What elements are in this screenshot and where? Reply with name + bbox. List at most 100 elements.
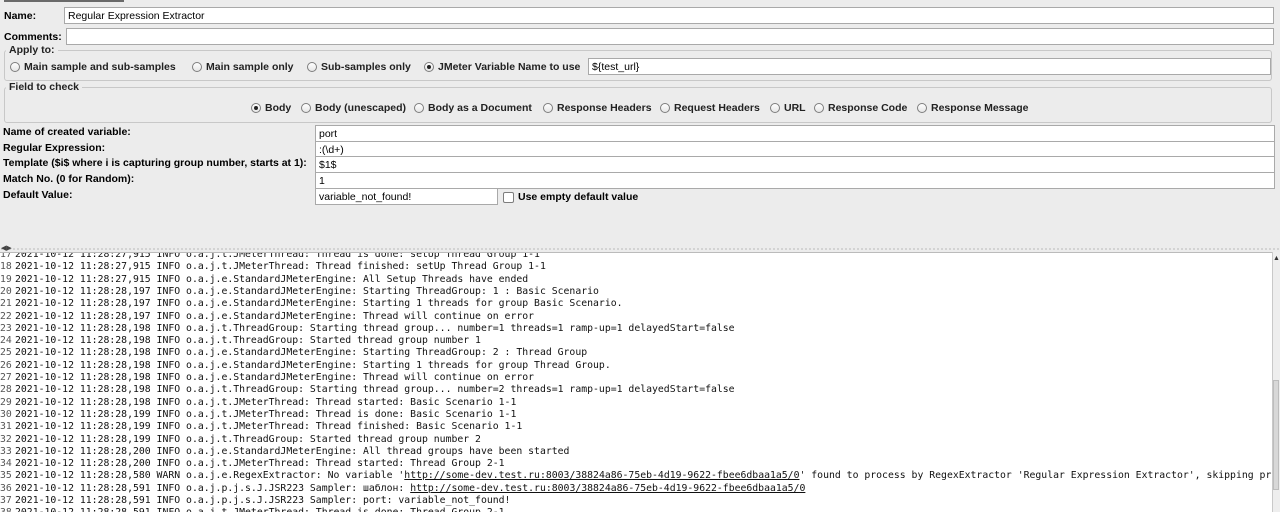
radio-button-icon: [414, 103, 424, 113]
log-line-number: 33: [0, 445, 12, 457]
template-field[interactable]: $1$: [315, 156, 1275, 173]
log-line-text: 2021-10-12 11:28:28,591 INFO o.a.j.t.JMe…: [15, 507, 505, 512]
log-line-number: 38: [0, 507, 13, 512]
log-line: 21 2021-10-12 11:28:28,197 INFO o.a.j.e.S…: [0, 298, 623, 310]
log-panel[interactable]: 17 2021-10-12 11:28:27,915 INFO o.a.j.t.J…: [0, 252, 1272, 512]
radio-main-sample-only[interactable]: Main sample only: [192, 61, 294, 73]
scrollbar-thumb[interactable]: [1273, 380, 1279, 490]
checkbox-label: Use empty default value: [518, 191, 639, 203]
log-line: 32 2021-10-12 11:28:28,199 INFO o.a.j.t.T…: [0, 434, 481, 446]
log-line-number: 22: [0, 310, 12, 322]
log-line: 28 2021-10-12 11:28:28,198 INFO o.a.j.t.T…: [0, 384, 735, 396]
log-line: 26 2021-10-12 11:28:28,198 INFO o.a.j.e.S…: [0, 360, 611, 372]
log-line-number: 25: [0, 347, 12, 359]
radio-request-headers[interactable]: Request Headers: [660, 102, 760, 114]
radio-button-icon: [660, 103, 670, 113]
radio-label: Body (unescaped): [315, 102, 407, 114]
log-line: 36 2021-10-12 11:28:28,591 INFO o.a.j.p.j…: [0, 483, 805, 495]
radio-label: Body as a Document: [428, 102, 532, 114]
radio-response-message[interactable]: Response Message: [917, 102, 1028, 114]
log-line-text: 2021-10-12 11:28:28,199 INFO o.a.j.t.JMe…: [15, 408, 517, 420]
log-line-text: 2021-10-12 11:28:28,200 INFO o.a.j.t.JMe…: [15, 458, 505, 470]
checkbox-icon: [503, 191, 514, 203]
log-line-number: 27: [0, 372, 12, 383]
log-line-number: 34: [0, 458, 12, 470]
log-line-number: 35: [0, 470, 12, 482]
log-line: 24 2021-10-12 11:28:28,198 INFO o.a.j.t.T…: [0, 335, 481, 347]
log-line-text: 2021-10-12 11:28:28,200 INFO o.a.j.e.Sta…: [15, 445, 570, 457]
apply-to-title: Apply to:: [6, 44, 58, 56]
log-line-number: 21: [0, 298, 12, 310]
radio-body[interactable]: Body: [251, 102, 291, 114]
radio-button-icon: [192, 62, 202, 72]
log-line-number: 30: [0, 408, 12, 420]
radio-sub-samples-only[interactable]: Sub-samples only: [307, 61, 411, 73]
log-line: 20 2021-10-12 11:28:28,197 INFO o.a.j.e.S…: [0, 286, 599, 298]
radio-button-icon: [10, 62, 20, 72]
log-line: 30 2021-10-12 11:28:28,199 INFO o.a.j.t.J…: [0, 409, 516, 421]
log-line-number: 17: [0, 252, 12, 260]
comments-field[interactable]: [66, 28, 1274, 45]
jmeter-variable-field[interactable]: ${test_url}: [588, 58, 1271, 75]
log-line: 37 2021-10-12 11:28:28,591 INFO o.a.j.p.j…: [0, 495, 510, 507]
radio-button-icon: [917, 103, 927, 113]
log-line-number: 26: [0, 359, 12, 371]
log-url-link[interactable]: http://some-dev.test.ru:8003/38824a86-75…: [404, 470, 799, 481]
radio-button-selected-icon: [251, 103, 261, 113]
log-url-link[interactable]: http://some-dev.test.ru:8003/38824a86-75…: [410, 483, 805, 494]
radio-url[interactable]: URL: [770, 102, 806, 114]
radio-button-icon: [543, 103, 553, 113]
radio-label: Response Code: [828, 102, 908, 114]
log-line: 34 2021-10-12 11:28:28,200 INFO o.a.j.t.J…: [0, 458, 505, 470]
default-value-field[interactable]: variable_not_found!: [315, 188, 498, 205]
radio-button-icon: [770, 103, 780, 113]
log-line: 35 2021-10-12 11:28:28,580 WARN o.a.j.e.R…: [0, 470, 1272, 482]
log-line: 382021-10-12 11:28:28,591 INFO o.a.j.t.J…: [0, 507, 505, 512]
log-line-text: 2021-10-12 11:28:28,198 INFO o.a.j.t.Thr…: [15, 384, 735, 396]
created-variable-label: Name of created variable:: [3, 126, 131, 138]
radio-button-icon: [814, 103, 824, 113]
radio-main-and-sub-samples[interactable]: Main sample and sub-samples: [10, 61, 176, 73]
log-line-text: 2021-10-12 11:28:28,198 INFO o.a.j.e.Sta…: [15, 359, 611, 371]
radio-label: Response Headers: [557, 102, 652, 114]
radio-label: Response Message: [931, 102, 1029, 114]
log-line-number: 31: [0, 421, 12, 433]
radio-label: Main sample and sub-samples: [24, 61, 176, 73]
log-line-text: 2021-10-12 11:28:28,591 INFO o.a.j.p.j.s…: [15, 495, 511, 506]
log-line-text: 2021-10-12 11:28:28,580 WARN o.a.j.e.Reg…: [15, 470, 1272, 482]
log-line-text: 2021-10-12 11:28:28,198 INFO o.a.j.e.Sta…: [15, 347, 588, 359]
radio-button-selected-icon: [424, 62, 434, 72]
log-line: 22 2021-10-12 11:28:28,197 INFO o.a.j.e.S…: [0, 311, 534, 323]
log-line-text: 2021-10-12 11:28:28,198 INFO o.a.j.t.Thr…: [15, 322, 735, 334]
radio-label: JMeter Variable Name to use: [438, 61, 581, 73]
radio-label: Main sample only: [206, 61, 294, 73]
radio-response-code[interactable]: Response Code: [814, 102, 907, 114]
log-line-number: 28: [0, 384, 12, 396]
log-line: 23 2021-10-12 11:28:28,198 INFO o.a.j.t.T…: [0, 323, 735, 335]
radio-response-headers[interactable]: Response Headers: [543, 102, 652, 114]
name-label: Name:: [4, 10, 37, 22]
log-line-text: 2021-10-12 11:28:28,198 INFO o.a.j.t.Thr…: [15, 335, 481, 347]
collapse-arrow-icon[interactable]: ◀▶: [1, 244, 12, 252]
radio-label: Sub-samples only: [321, 61, 411, 73]
use-empty-default-checkbox[interactable]: Use empty default value: [503, 191, 638, 203]
log-line-number: 29: [0, 396, 12, 408]
panel-title-cutoff: [0, 0, 1280, 4]
log-line-text: 2021-10-12 11:28:27,915 INFO o.a.j.e.Sta…: [15, 273, 529, 285]
field-to-check-title: Field to check: [6, 81, 83, 93]
log-line-text: 2021-10-12 11:28:28,199 INFO o.a.j.t.JMe…: [15, 421, 523, 433]
log-line-text: 2021-10-12 11:28:28,197 INFO o.a.j.e.Sta…: [15, 285, 599, 297]
radio-body-as-document[interactable]: Body as a Document: [414, 102, 532, 114]
radio-label: Body: [265, 102, 292, 114]
log-line: 18 2021-10-12 11:28:27,915 INFO o.a.j.t.J…: [0, 261, 546, 273]
radio-button-icon: [301, 103, 311, 113]
radio-body-unescaped[interactable]: Body (unescaped): [301, 102, 406, 114]
log-line-text: 2021-10-12 11:28:28,198 INFO o.a.j.e.Sta…: [15, 372, 535, 383]
created-variable-field[interactable]: port: [315, 125, 1275, 142]
log-line-number: 32: [0, 433, 12, 445]
match-no-field[interactable]: 1: [315, 172, 1275, 189]
log-line-number: 24: [0, 335, 12, 347]
scroll-up-arrow-icon[interactable]: ▲: [1273, 255, 1280, 262]
name-field[interactable]: Regular Expression Extractor: [64, 7, 1274, 24]
radio-jmeter-variable-name[interactable]: JMeter Variable Name to use: [424, 61, 580, 73]
